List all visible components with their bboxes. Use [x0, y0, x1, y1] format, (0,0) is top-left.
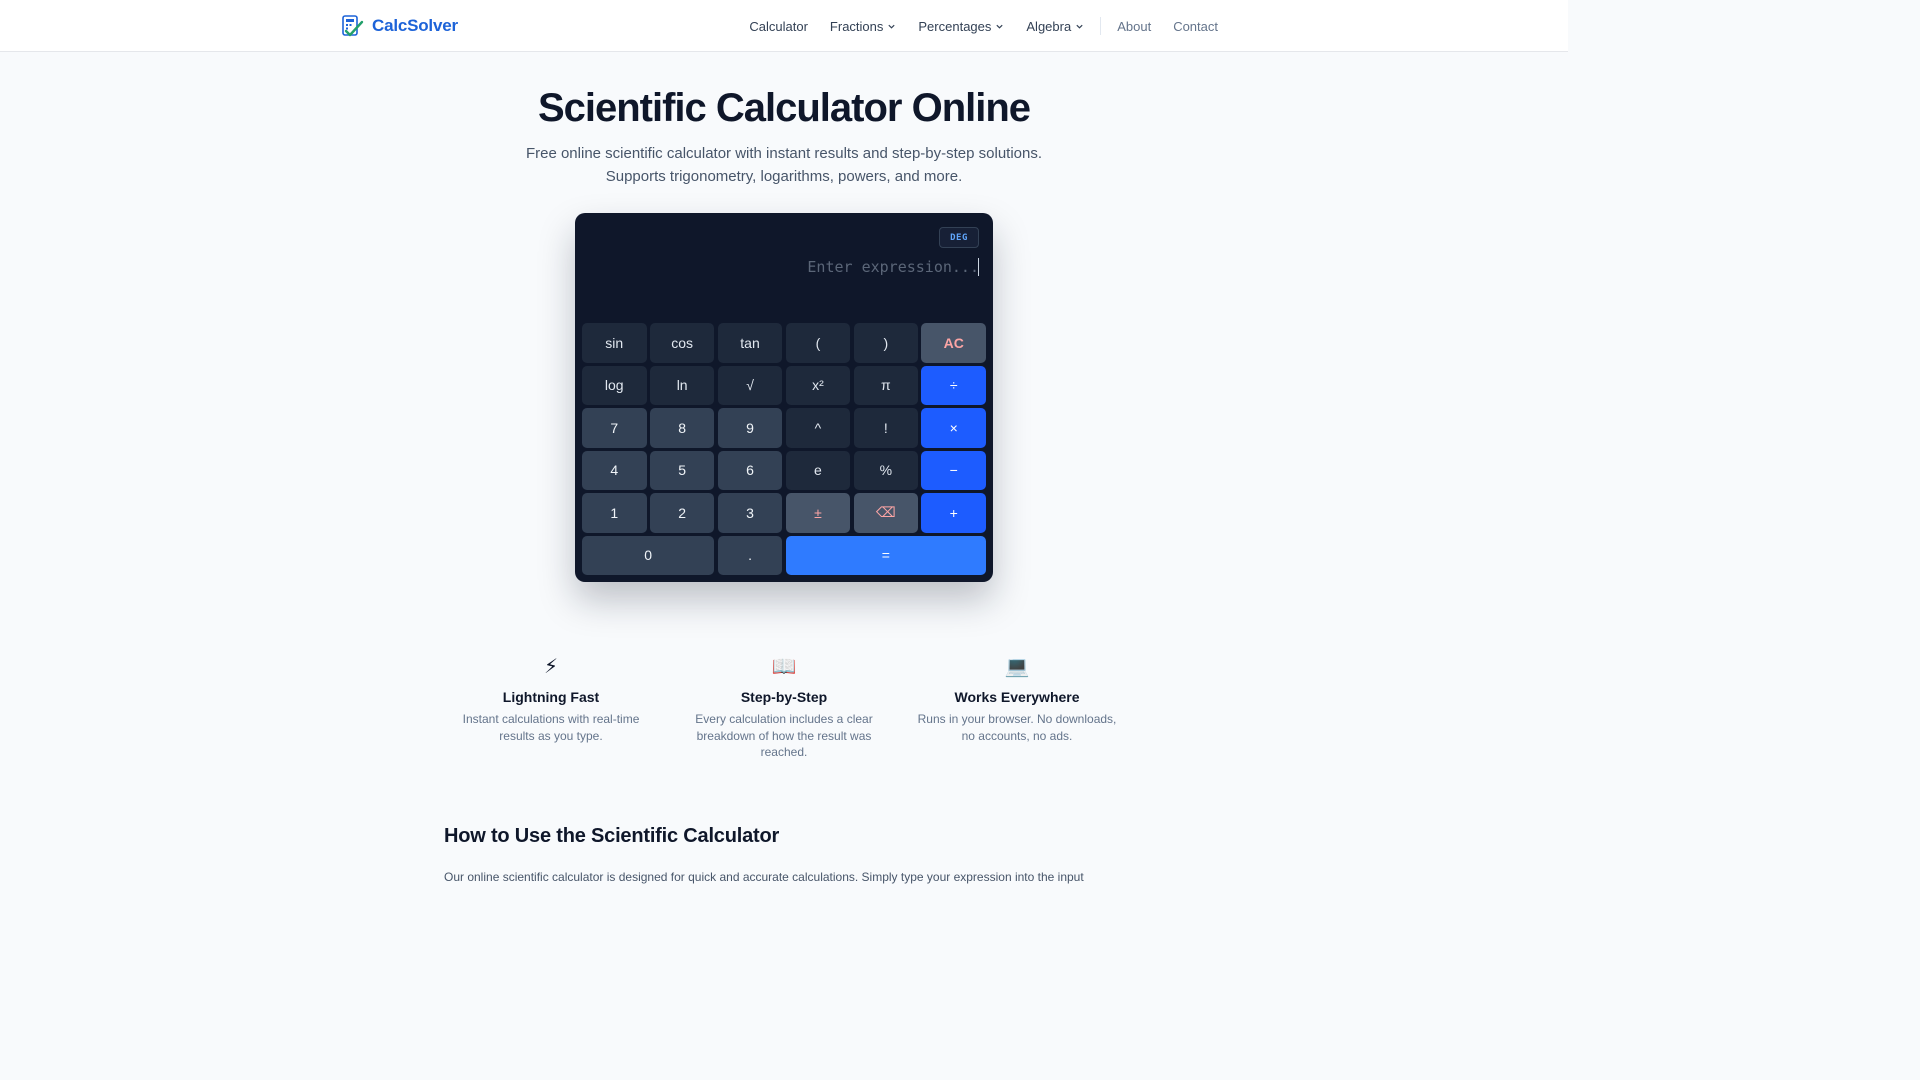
key-power[interactable]: ^: [785, 408, 851, 448]
key-4[interactable]: 4: [582, 450, 647, 490]
key-1[interactable]: 1: [582, 493, 647, 533]
nav-algebra[interactable]: Algebra: [1026, 19, 1084, 34]
angle-mode-toggle[interactable]: DEG: [939, 227, 979, 248]
chevron-down-icon: [996, 24, 1004, 29]
nav-label: About: [1117, 18, 1152, 34]
feature-title: Step-by-Step: [740, 689, 828, 705]
nav-fractions[interactable]: Fractions: [830, 19, 896, 34]
nav-label: Percentages: [918, 18, 992, 34]
expression-input[interactable]: [589, 255, 979, 279]
nav-calculator[interactable]: Calculator: [749, 19, 808, 34]
laptop-icon: 💻: [1004, 656, 1030, 678]
calculator-check-icon: [342, 15, 364, 37]
key-multiply[interactable]: ×: [921, 408, 986, 448]
key-add[interactable]: +: [921, 493, 986, 533]
feature-description: Every calculation includes a clear break…: [695, 712, 873, 759]
key-negate[interactable]: ±: [785, 493, 851, 533]
nav-label: Algebra: [1026, 18, 1072, 34]
key-tan[interactable]: tan: [717, 323, 783, 363]
key-factorial[interactable]: !: [853, 408, 919, 448]
nav-label: Calculator: [749, 18, 808, 34]
key-9[interactable]: 9: [717, 408, 783, 448]
key-equals[interactable]: =: [785, 535, 986, 575]
nav-label: Contact: [1173, 18, 1218, 34]
key-all-clear[interactable]: AC: [921, 323, 986, 363]
key-ln[interactable]: ln: [649, 365, 715, 405]
brand-name: CalcSolver: [372, 16, 458, 35]
key-backspace[interactable]: ⌫: [853, 493, 919, 533]
key-3[interactable]: 3: [717, 493, 783, 533]
key-euler[interactable]: e: [785, 450, 851, 490]
key-cos[interactable]: cos: [649, 323, 715, 363]
key-open-paren[interactable]: (: [785, 323, 851, 363]
key-0[interactable]: 0: [582, 535, 715, 575]
key-7[interactable]: 7: [582, 408, 647, 448]
book-icon: 📖: [771, 656, 797, 678]
site-header: CalcSolver Calculator Fractions Percenta…: [0, 0, 1568, 52]
nav-about[interactable]: About: [1117, 19, 1151, 34]
page-title: Scientific Calculator Online: [537, 86, 1031, 130]
feature-title: Works Everywhere: [954, 689, 1080, 705]
key-divide[interactable]: ÷: [921, 365, 986, 405]
lightning-icon: ⚡: [543, 656, 559, 678]
feature-description: Runs in your browser. No downloads, no a…: [917, 712, 1117, 743]
feature-step-by-step: 📖 Step-by-Step Every calculation include…: [679, 655, 889, 761]
main-nav: Calculator Fractions Percentages Algebra…: [749, 0, 1218, 52]
key-pi[interactable]: π: [853, 365, 919, 405]
scientific-calculator: DEG sin cos tan ( ) AC log ln √ x² π ÷ 7…: [575, 213, 993, 582]
key-square[interactable]: x²: [785, 365, 851, 405]
chevron-down-icon: [1076, 24, 1083, 29]
subtitle-line-1: Free online scientific calculator with i…: [525, 145, 1043, 162]
key-sqrt[interactable]: √: [717, 365, 783, 405]
nav-label: Fractions: [829, 18, 884, 34]
brand-logo-link[interactable]: CalcSolver: [340, 14, 458, 38]
section-title-how-to-use: How to Use the Scientific Calculator: [444, 825, 780, 847]
subtitle-line-2: Supports trigonometry, logarithms, power…: [605, 168, 963, 185]
key-percent[interactable]: %: [853, 450, 919, 490]
feature-description: Instant calculations with real-time resu…: [462, 712, 640, 743]
key-8[interactable]: 8: [649, 408, 715, 448]
chevron-down-icon: [888, 24, 896, 29]
key-5[interactable]: 5: [649, 450, 715, 490]
feature-lightning-fast: ⚡ Lightning Fast Instant calculations wi…: [446, 655, 656, 744]
section-body: Our online scientific calculator is desi…: [444, 870, 1084, 884]
page-subtitle: Free online scientific calculator with i…: [384, 142, 1184, 188]
calculator-keypad: sin cos tan ( ) AC log ln √ x² π ÷ 7 8 9…: [582, 323, 986, 575]
feature-works-everywhere: 💻 Works Everywhere Runs in your browser.…: [912, 655, 1122, 744]
nav-percentages[interactable]: Percentages: [918, 19, 1004, 34]
key-decimal[interactable]: .: [717, 535, 783, 575]
key-sin[interactable]: sin: [582, 323, 647, 363]
key-2[interactable]: 2: [649, 493, 715, 533]
feature-title: Lightning Fast: [502, 689, 600, 705]
key-log[interactable]: log: [582, 365, 647, 405]
text-caret: [978, 258, 979, 276]
nav-contact[interactable]: Contact: [1173, 19, 1218, 34]
key-subtract[interactable]: −: [921, 450, 986, 490]
key-close-paren[interactable]: ): [853, 323, 919, 363]
nav-divider: [1100, 17, 1102, 35]
key-6[interactable]: 6: [717, 450, 783, 490]
